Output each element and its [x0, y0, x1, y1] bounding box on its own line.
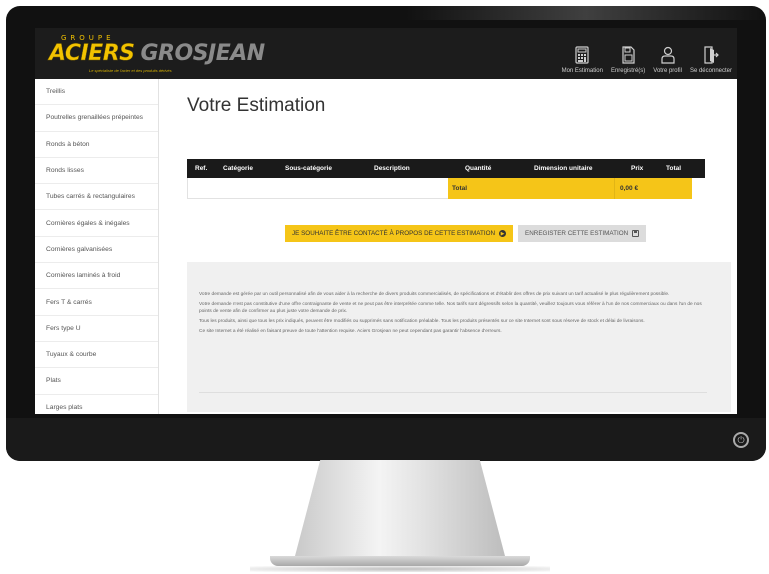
- column-header-subcategory: Sous-catégorie: [285, 165, 332, 172]
- nav-profile[interactable]: Votre profil: [652, 34, 683, 74]
- disclaimer-text: Votre demande est gérée par un outil per…: [199, 292, 707, 339]
- category-sidebar: Treillis Poutrelles grenaillées prépeint…: [35, 79, 159, 414]
- main-content: Votre Estimation Ref. Catégorie Sous-cat…: [159, 79, 737, 414]
- save-estimation-label: ENREGISTER CETTE ESTIMATION: [525, 230, 629, 237]
- nav-label: Se déconnecter: [689, 68, 732, 74]
- total-divider: [614, 178, 615, 199]
- page-title: Votre Estimation: [187, 95, 326, 116]
- disclaimer-panel: Votre demande est gérée par un outil per…: [187, 262, 731, 412]
- save-estimation-button[interactable]: ENREGISTER CETTE ESTIMATION: [518, 225, 647, 242]
- user-icon: [661, 46, 675, 64]
- monitor-stand: [295, 460, 505, 556]
- nav-label: Mon Estimation: [561, 68, 603, 74]
- sidebar-item-ronds-lisses[interactable]: Ronds lisses: [35, 158, 158, 185]
- sidebar-item-poutrelles[interactable]: Poutrelles grenaillées prépeintes: [35, 105, 158, 132]
- sidebar-item-tubes[interactable]: Tubes carrés & rectangulaires: [35, 184, 158, 211]
- power-icon: ⏻: [733, 432, 749, 448]
- column-header-category: Catégorie: [223, 165, 253, 172]
- sidebar-item-larges-plats[interactable]: Larges plats: [35, 395, 158, 414]
- sidebar-item-treillis[interactable]: Treillis: [35, 79, 158, 106]
- arrow-right-icon: ▶: [499, 230, 507, 237]
- nav-label: Votre profil: [653, 68, 682, 74]
- estimation-table-header: Ref. Catégorie Sous-catégorie Descriptio…: [187, 159, 705, 178]
- column-header-unit-dimension: Dimension unitaire: [534, 165, 593, 172]
- disclaimer-paragraph: Tous les produits, ainsi que tous les pr…: [199, 318, 645, 324]
- column-header-description: Description: [374, 165, 410, 172]
- disclaimer-paragraph: Ce site Internet a été réalisé en faisan…: [199, 329, 502, 335]
- disclaimer-paragraph: Votre demande est gérée par un outil per…: [199, 292, 670, 297]
- nav-logout[interactable]: Se déconnecter: [689, 34, 733, 74]
- sidebar-item-fers-u[interactable]: Fers type U: [35, 316, 158, 342]
- estimation-table-body: Total 0,00 €: [187, 178, 692, 199]
- logo-wordmark: ACIERS GROSJEAN: [49, 41, 265, 66]
- total-row: Total 0,00 €: [448, 178, 692, 199]
- contact-request-button[interactable]: JE SOUHAITE ÊTRE CONTACTÉ À PROPOS DE CE…: [285, 225, 514, 242]
- saved-document-icon: [622, 46, 635, 64]
- header-nav: Mon Estimation Enregistré(s) Votre profi…: [561, 34, 733, 74]
- monitor-shadow: [250, 566, 550, 572]
- estimation-actions: JE SOUHAITE ÊTRE CONTACTÉ À PROPOS DE CE…: [285, 225, 647, 242]
- sidebar-item-ronds-beton[interactable]: Ronds à béton: [35, 132, 158, 158]
- column-header-price: Prix: [631, 165, 644, 172]
- brand-logo[interactable]: GROUPE ACIERS GROSJEAN Le spécialiste de …: [49, 34, 265, 75]
- sidebar-item-plats[interactable]: Plats: [35, 368, 158, 395]
- column-header-total: Total: [666, 165, 682, 172]
- total-label: Total: [452, 185, 468, 192]
- site-header: GROUPE ACIERS GROSJEAN Le spécialiste de …: [35, 28, 737, 79]
- screen: GROUPE ACIERS GROSJEAN Le spécialiste de …: [35, 28, 737, 414]
- logo-tagline: Le spécialiste de l'acier et des produit…: [89, 68, 172, 73]
- nav-my-estimation[interactable]: Mon Estimation: [561, 34, 604, 74]
- calculator-icon: [575, 46, 589, 64]
- disclaimer-divider: [199, 392, 707, 393]
- nav-saved[interactable]: Enregistré(s): [610, 34, 646, 74]
- disclaimer-paragraph: Votre demande n'est pas constitutive d'u…: [199, 302, 702, 314]
- logo-grosjean-text: GROSJEAN: [140, 41, 266, 66]
- monitor-stand-base: [270, 556, 530, 566]
- column-header-ref: Ref.: [195, 165, 208, 172]
- nav-label: Enregistré(s): [610, 68, 646, 74]
- monitor-chin: [6, 418, 766, 461]
- contact-request-label: JE SOUHAITE ÊTRE CONTACTÉ À PROPOS DE CE…: [292, 230, 496, 237]
- save-icon: [632, 230, 640, 237]
- total-value: 0,00 €: [620, 185, 639, 192]
- sidebar-item-fers-t[interactable]: Fers T & carrés: [35, 289, 158, 316]
- sidebar-item-cornieres-froid[interactable]: Cornières laminés à froid: [35, 263, 158, 290]
- sidebar-item-tuyaux[interactable]: Tuyaux & courbe: [35, 342, 158, 369]
- sidebar-item-cornieres-galvanisees[interactable]: Cornières galvanisées: [35, 237, 158, 264]
- sidebar-item-cornieres-egales[interactable]: Cornières égales & inégales: [35, 210, 158, 237]
- column-header-quantity: Quantité: [465, 165, 492, 172]
- logout-icon: [704, 46, 719, 64]
- logo-aciers-text: ACIERS: [49, 41, 135, 66]
